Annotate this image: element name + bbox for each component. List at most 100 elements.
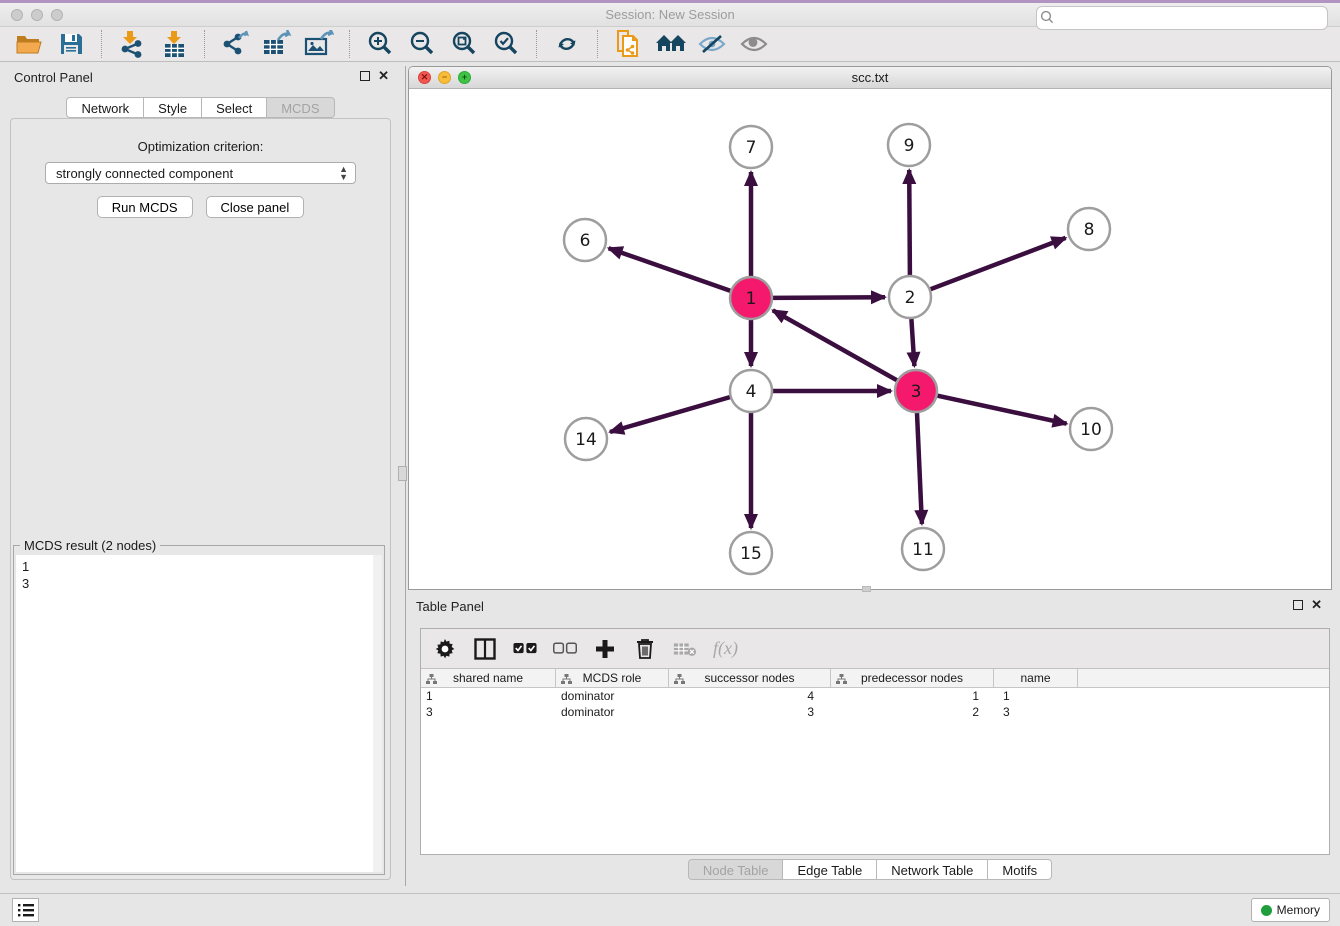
graph-node-15[interactable]: 15: [730, 532, 772, 574]
tab-mcds[interactable]: MCDS: [267, 97, 334, 118]
select-all-icon[interactable]: [513, 637, 537, 661]
zoom-fit-icon[interactable]: [448, 29, 480, 59]
import-table-icon[interactable]: [158, 29, 190, 59]
graph-edge-1-6[interactable]: [609, 248, 731, 291]
close-panel-icon[interactable]: ✕: [378, 71, 389, 81]
network-view-title: scc.txt: [409, 70, 1331, 85]
zoom-in-icon[interactable]: [364, 29, 396, 59]
float-table-panel-icon[interactable]: [1293, 600, 1303, 610]
graph-node-10[interactable]: 10: [1070, 408, 1112, 450]
column-header-predecessor-nodes[interactable]: predecessor nodes: [831, 669, 994, 687]
splitter-handle[interactable]: [398, 466, 407, 481]
float-panel-icon[interactable]: [360, 71, 370, 81]
optimization-criterion-label: Optimization criterion:: [11, 139, 390, 154]
tab-select[interactable]: Select: [202, 97, 267, 118]
graph-node-label: 4: [746, 382, 757, 402]
run-mcds-button[interactable]: Run MCDS: [97, 196, 193, 218]
network-canvas[interactable]: 7 9 6 8 1 2 4 3 14 10 15 11: [409, 89, 1331, 589]
table-row[interactable]: 3dominator323: [421, 704, 1329, 720]
add-column-plus-icon[interactable]: [593, 637, 617, 661]
show-columns-icon[interactable]: [473, 637, 497, 661]
tab-node-table[interactable]: Node Table: [688, 859, 784, 880]
graph-edge-4-14[interactable]: [610, 397, 730, 432]
memory-button[interactable]: Memory: [1251, 898, 1330, 922]
network-overview-houses-icon[interactable]: [654, 29, 686, 59]
save-session-icon[interactable]: [55, 29, 87, 59]
table-cell[interactable]: 3: [421, 704, 556, 720]
tab-network[interactable]: Network: [66, 97, 144, 118]
graph-node-14[interactable]: 14: [565, 418, 607, 460]
tab-network-table[interactable]: Network Table: [877, 859, 988, 880]
column-header-label: name: [1020, 671, 1050, 685]
table-row[interactable]: 1dominator411: [421, 688, 1329, 704]
search-input[interactable]: [1036, 6, 1328, 30]
memory-label: Memory: [1277, 903, 1320, 917]
tab-style[interactable]: Style: [144, 97, 202, 118]
close-panel-button[interactable]: Close panel: [206, 196, 305, 218]
table-cell[interactable]: 4: [669, 688, 831, 704]
zoom-out-icon[interactable]: [406, 29, 438, 59]
export-table-icon[interactable]: [261, 29, 293, 59]
graph-node-9[interactable]: 9: [888, 124, 930, 166]
graph-edge-3-1[interactable]: [773, 310, 897, 380]
column-header-successor-nodes[interactable]: successor nodes: [669, 669, 831, 687]
view-resize-handle[interactable]: [862, 586, 871, 592]
graph-node-label: 11: [912, 540, 934, 560]
graph-node-8[interactable]: 8: [1068, 208, 1110, 250]
network-window-titlebar[interactable]: ✕ − + scc.txt: [409, 67, 1331, 89]
eye-slash-icon[interactable]: [696, 29, 728, 59]
graph-node-label: 7: [746, 138, 757, 158]
graph-node-label: 2: [905, 288, 916, 308]
zoom-selected-icon[interactable]: [490, 29, 522, 59]
task-history-button[interactable]: [12, 898, 39, 922]
export-image-icon[interactable]: [303, 29, 335, 59]
import-network-icon[interactable]: [116, 29, 148, 59]
column-header-label: successor nodes: [704, 671, 794, 685]
open-session-icon[interactable]: [13, 29, 45, 59]
column-header-label: predecessor nodes: [861, 671, 963, 685]
column-tree-icon: [674, 673, 685, 687]
delete-column-trash-icon[interactable]: [633, 637, 657, 661]
graph-node-3[interactable]: 3: [895, 370, 937, 412]
graph-node-7[interactable]: 7: [730, 126, 772, 168]
graph-edge-3-11[interactable]: [917, 413, 922, 524]
table-cell[interactable]: dominator: [556, 688, 669, 704]
eye-icon[interactable]: [738, 29, 770, 59]
table-cell[interactable]: 1: [421, 688, 556, 704]
apply-layout-icon[interactable]: [551, 29, 583, 59]
graph-edge-2-9[interactable]: [909, 170, 910, 275]
table-cell[interactable]: 1: [994, 688, 1078, 704]
graph-node-1[interactable]: 1: [730, 277, 772, 319]
table-cell[interactable]: 3: [669, 704, 831, 720]
export-network-icon[interactable]: [219, 29, 251, 59]
table-cell[interactable]: 2: [831, 704, 994, 720]
column-header-shared-name[interactable]: shared name: [421, 669, 556, 687]
graph-node-2[interactable]: 2: [889, 276, 931, 318]
optimization-criterion-select[interactable]: strongly connected component ▲▼: [45, 162, 356, 184]
table-cell[interactable]: 3: [994, 704, 1078, 720]
column-header-MCDS-role[interactable]: MCDS role: [556, 669, 669, 687]
graph-edge-2-8[interactable]: [931, 238, 1066, 289]
column-header-name[interactable]: name: [994, 669, 1078, 687]
graph-node-11[interactable]: 11: [902, 528, 944, 570]
network-view-window: ✕ − + scc.txt 7 9 6 8 1 2 4 3 14 10 15 11: [408, 66, 1332, 590]
column-tree-icon: [561, 673, 572, 687]
table-cell[interactable]: 1: [831, 688, 994, 704]
scrollbar[interactable]: [373, 555, 382, 872]
graph-edge-2-3[interactable]: [911, 319, 914, 366]
mcds-result-list[interactable]: 13: [16, 555, 382, 872]
deselect-all-icon[interactable]: [553, 637, 577, 661]
graph-edge-3-10[interactable]: [938, 396, 1067, 424]
status-bar: Memory: [0, 893, 1340, 926]
close-table-panel-icon[interactable]: ✕: [1311, 600, 1322, 610]
graph-node-label: 8: [1084, 220, 1095, 240]
table-settings-gear-icon[interactable]: [433, 637, 457, 661]
graph-node-4[interactable]: 4: [730, 370, 772, 412]
mcds-result-line: 1: [22, 558, 382, 575]
tab-motifs[interactable]: Motifs: [988, 859, 1052, 880]
graph-node-6[interactable]: 6: [564, 219, 606, 261]
table-cell[interactable]: dominator: [556, 704, 669, 720]
graph-edge-1-2[interactable]: [773, 297, 885, 298]
tab-edge-table[interactable]: Edge Table: [783, 859, 877, 880]
clone-network-icon[interactable]: [612, 29, 644, 59]
